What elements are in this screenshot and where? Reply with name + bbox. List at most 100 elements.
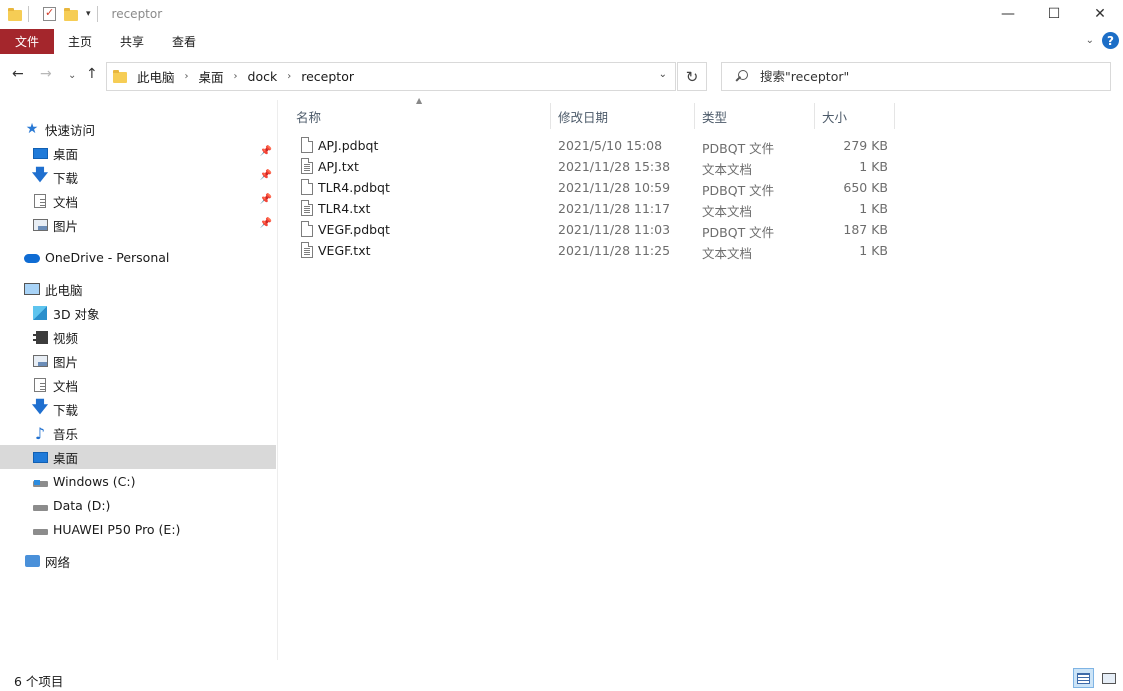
- toolbar-separator: [28, 6, 29, 22]
- nav-item-label: OneDrive - Personal: [45, 249, 170, 265]
- breadcrumb-separator-icon[interactable]: ›: [234, 71, 238, 82]
- nav-item-label: 3D 对象: [53, 306, 100, 322]
- breadcrumb-this-pc[interactable]: 此电脑: [137, 67, 175, 86]
- tab-view[interactable]: 查看: [158, 28, 210, 54]
- file-size: 1 KB: [859, 201, 888, 216]
- nav-onedrive[interactable]: OneDrive - Personal: [0, 245, 276, 269]
- nav-drive-e[interactable]: HUAWEI P50 Pro (E:): [0, 517, 276, 541]
- pin-icon[interactable]: 📌: [260, 194, 272, 205]
- breadcrumb-separator-icon[interactable]: ›: [287, 71, 291, 82]
- nav-drive-c[interactable]: Windows (C:): [0, 469, 276, 493]
- column-header-name[interactable]: 名称: [289, 103, 551, 129]
- forward-arrow-icon[interactable]: →: [40, 66, 52, 82]
- file-date: 2021/11/28 11:17: [558, 201, 671, 216]
- file-name: APJ.txt: [318, 159, 359, 174]
- desktop-icon: [32, 147, 48, 159]
- nav-item-label: 文档: [53, 194, 79, 210]
- picture-icon: [32, 355, 48, 367]
- search-input[interactable]: [760, 69, 1100, 84]
- search-box[interactable]: [721, 62, 1111, 91]
- nav-music[interactable]: ♪ 音乐: [0, 421, 276, 445]
- nav-quick-downloads[interactable]: 🡇 下载 📌: [0, 165, 276, 189]
- back-arrow-icon[interactable]: ←: [12, 66, 24, 82]
- file-type: 文本文档: [702, 162, 753, 177]
- network-icon: [24, 555, 40, 567]
- details-view-button[interactable]: [1073, 668, 1094, 688]
- nav-item-label: 此电脑: [45, 282, 83, 298]
- folder-icon[interactable]: [8, 7, 22, 21]
- large-icons-view-button[interactable]: [1098, 668, 1119, 688]
- breadcrumb-receptor[interactable]: receptor: [301, 69, 354, 84]
- recent-locations-icon[interactable]: ⌄: [68, 70, 76, 81]
- nav-quick-access[interactable]: ★ 快速访问: [0, 117, 276, 141]
- tab-share[interactable]: 共享: [106, 28, 158, 54]
- large-icons-view-icon: [1101, 672, 1116, 684]
- breadcrumb-desktop[interactable]: 桌面: [199, 67, 224, 86]
- file-list: ▲ 名称 修改日期 类型 大小 APJ.pdbqt 2021/5/10 15:0…: [279, 96, 1123, 660]
- nav-3d-objects[interactable]: 3D 对象: [0, 301, 276, 325]
- quick-access-toolbar: ▾: [0, 0, 104, 28]
- pin-icon[interactable]: 📌: [260, 146, 272, 157]
- nav-desktop[interactable]: 桌面: [0, 445, 276, 469]
- breadcrumb-separator-icon[interactable]: ›: [185, 71, 189, 82]
- table-row[interactable]: TLR4.txt 2021/11/28 11:17 文本文档 1 KB: [279, 198, 899, 219]
- breadcrumb-dock[interactable]: dock: [248, 69, 278, 84]
- music-icon: ♪: [34, 423, 46, 443]
- table-row[interactable]: VEGF.txt 2021/11/28 11:25 文本文档 1 KB: [279, 240, 899, 261]
- ribbon-expand-icon[interactable]: ⌄: [1086, 35, 1094, 46]
- tab-home[interactable]: 主页: [54, 28, 106, 54]
- column-header-size[interactable]: 大小: [815, 103, 895, 129]
- nav-downloads[interactable]: 🡇 下载: [0, 397, 276, 421]
- nav-videos[interactable]: 视频: [0, 325, 276, 349]
- address-bar[interactable]: 此电脑 › 桌面 › dock › receptor ⌄: [106, 62, 676, 91]
- search-icon: [734, 69, 748, 84]
- tab-file[interactable]: 文件: [0, 28, 54, 54]
- table-row[interactable]: TLR4.pdbqt 2021/11/28 10:59 PDBQT 文件 650…: [279, 177, 899, 198]
- navigation-pane: ★ 快速访问 桌面 📌 🡇 下载 📌 文档 📌 图片 📌 OneDrive - …: [0, 100, 278, 660]
- file-name: TLR4.pdbqt: [318, 180, 390, 195]
- nav-pictures[interactable]: 图片: [0, 349, 276, 373]
- table-row[interactable]: VEGF.pdbqt 2021/11/28 11:03 PDBQT 文件 187…: [279, 219, 899, 240]
- table-row[interactable]: APJ.txt 2021/11/28 15:38 文本文档 1 KB: [279, 156, 899, 177]
- computer-icon: [24, 283, 40, 295]
- file-type: 文本文档: [702, 246, 753, 261]
- nav-item-label: 音乐: [53, 426, 79, 442]
- file-date: 2021/11/28 11:25: [558, 243, 671, 258]
- up-arrow-icon[interactable]: ↑: [86, 66, 98, 82]
- file-icon: [301, 137, 313, 153]
- column-header-type[interactable]: 类型: [695, 103, 815, 129]
- properties-icon[interactable]: [43, 6, 56, 21]
- picture-icon: [32, 219, 48, 231]
- nav-item-label: 图片: [53, 354, 79, 370]
- close-button[interactable]: ✕: [1077, 0, 1123, 28]
- nav-this-pc[interactable]: 此电脑: [0, 277, 276, 301]
- nav-quick-pictures[interactable]: 图片 📌: [0, 213, 276, 237]
- window-title: receptor: [111, 7, 163, 21]
- nav-documents[interactable]: 文档: [0, 373, 276, 397]
- file-type: PDBQT 文件: [702, 225, 775, 240]
- column-header-date[interactable]: 修改日期: [551, 103, 695, 129]
- nav-network[interactable]: 网络: [0, 549, 276, 573]
- file-date: 2021/11/28 10:59: [558, 180, 671, 195]
- address-dropdown-icon[interactable]: ⌄: [659, 69, 667, 80]
- status-item-count: 6 个项目: [14, 674, 64, 689]
- windows-drive-icon: [32, 479, 48, 487]
- pin-icon[interactable]: 📌: [260, 170, 272, 181]
- view-switcher: [1073, 668, 1119, 688]
- customize-toolbar-icon[interactable]: ▾: [86, 9, 91, 19]
- new-folder-icon[interactable]: [64, 7, 78, 21]
- nav-item-label: 图片: [53, 218, 79, 234]
- nav-quick-desktop[interactable]: 桌面 📌: [0, 141, 276, 165]
- file-name: TLR4.txt: [318, 201, 371, 216]
- refresh-button[interactable]: ↻: [677, 62, 707, 91]
- pin-icon[interactable]: 📌: [260, 218, 272, 229]
- help-button[interactable]: ?: [1102, 32, 1119, 49]
- table-row[interactable]: APJ.pdbqt 2021/5/10 15:08 PDBQT 文件 279 K…: [279, 135, 899, 156]
- maximize-button[interactable]: ☐: [1031, 0, 1077, 28]
- minimize-button[interactable]: —: [985, 0, 1031, 28]
- text-file-icon: [301, 200, 313, 216]
- refresh-icon: ↻: [685, 67, 699, 86]
- nav-drive-d[interactable]: Data (D:): [0, 493, 276, 517]
- file-name: VEGF.pdbqt: [318, 222, 390, 237]
- nav-quick-documents[interactable]: 文档 📌: [0, 189, 276, 213]
